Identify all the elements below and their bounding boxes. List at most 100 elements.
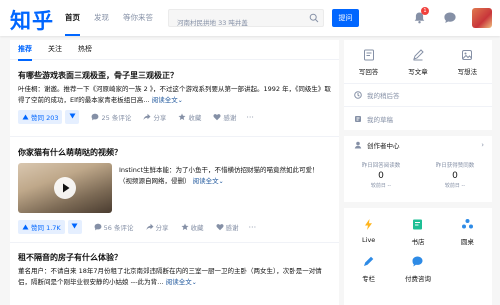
star-icon [178,113,186,121]
message-icon[interactable] [443,11,457,24]
share-label: 分享 [155,224,169,232]
collect-label: 收藏 [190,224,204,232]
triangle-down-icon [69,113,76,119]
share-icon [146,223,154,230]
feature-label: 书店 [411,238,425,246]
lightning-icon [365,219,373,230]
share-icon [143,113,151,120]
upvote-button[interactable]: 赞同 203 [18,110,63,124]
creator-center-panel: 创作者中心 › 昨日回答阅读数 0 较前日 -- 昨日获得赞同数 0 较前日 -… [344,136,492,202]
nav-waiting-answers[interactable]: 等你来答 [116,0,160,36]
list-item: 租不隔音的房子有什么体验？ 董名用户：不请自来 18年7月份租了北京南郊违隔断在… [18,252,334,288]
nav-home[interactable]: 首页 [58,0,87,36]
write-answer-button[interactable]: 写回答 [349,49,389,83]
read-more-link[interactable]: 阅读全文 [152,96,178,104]
upvote-button[interactable]: 赞同 1.7K [18,220,65,234]
share-button[interactable]: 分享 [146,222,169,232]
question-title[interactable]: 有哪些游戏表面三观极歪，骨子里三观极正？ [18,70,334,81]
feed-tabs: 推荐 关注 热榜 [10,40,339,61]
sidebar-item-drafts[interactable]: 我的草稿 [344,107,492,130]
more-options-icon[interactable]: ··· [246,113,254,122]
list-item: 你家猫有什么萌萌哒的视频？ Instinct生鲜本能：为了小鱼干，不惜横仿招财猫… [18,147,334,242]
creator-center-title: 创作者中心 [367,142,400,150]
sidebar-item-label: 我的稍后答 [367,92,400,100]
logo[interactable]: 知乎 [10,5,54,35]
thanks-button[interactable]: 感谢 [213,112,236,122]
collect-button[interactable]: 收藏 [178,112,201,122]
write-article-label: 写文章 [408,68,428,76]
feature-column[interactable]: 专栏 [344,255,393,283]
triangle-up-icon [22,224,29,230]
search-box [168,9,324,31]
collect-button[interactable]: 收藏 [181,222,204,232]
action-bar: 赞同 203 25 条评论 分享 收藏 感谢 ··· [18,109,334,125]
features-panel: Live 书店 圆桌 专栏 付费咨询 [344,208,492,305]
write-article-button[interactable]: 写文章 [398,49,438,83]
question-title[interactable]: 你家猫有什么萌萌哒的视频？ [18,147,334,158]
notification-badge: 1 [421,7,429,15]
read-more-link[interactable]: 阅读全文 [166,278,192,286]
divider [10,242,339,243]
ask-button[interactable]: 提问 [332,9,359,27]
stat-read-count[interactable]: 昨日回答阅读数 0 较前日 -- [349,161,413,189]
feature-paid-consult[interactable]: 付费咨询 [393,255,442,283]
thanks-button[interactable]: 感谢 [215,222,239,232]
star-icon [181,223,189,231]
chevron-down-icon: ⌄ [191,279,197,286]
feature-bookstore[interactable]: 书店 [393,218,442,246]
downvote-button[interactable] [65,110,80,124]
stat-value: 0 [452,171,458,181]
feed-card: 推荐 关注 热榜 有哪些游戏表面三观极歪，骨子里三观极正？ 叶佳桐：谢邀。推荐一… [10,40,339,305]
avatar[interactable] [472,8,492,28]
write-panel: 写回答 写文章 写想法 我的稍后答 我的草稿 [344,40,492,130]
play-button[interactable] [54,177,76,199]
sidebar-item-answer-later[interactable]: 我的稍后答 [344,84,492,107]
list-item: 有哪些游戏表面三观极歪，骨子里三观极正？ 叶佳桐：谢邀。推荐一下《河原崎家的一族… [18,70,334,125]
tab-recommend[interactable]: 推荐 [18,40,32,61]
chevron-down-icon: ⌄ [218,178,224,185]
feature-label: 专栏 [362,275,376,283]
stat-label: 昨日回答阅读数 [361,163,401,169]
stat-label: 昨日获得赞同数 [435,163,475,169]
roundtable-icon [461,219,473,229]
search-icon[interactable] [309,13,319,23]
stat-change: 较前日 -- [370,183,392,189]
upvote-label: 赞同 203 [31,114,59,122]
heart-icon [213,114,221,121]
stat-value: 0 [378,171,384,181]
comment-button[interactable]: 56 条评论 [94,222,134,232]
idea-icon [462,50,473,60]
tab-follow[interactable]: 关注 [48,40,62,59]
comment-button[interactable]: 25 条评论 [91,112,131,122]
write-answer-label: 写回答 [358,68,379,76]
features-grid: Live 书店 圆桌 专栏 付费咨询 [344,208,492,283]
stat-vote-count[interactable]: 昨日获得赞同数 0 较前日 -- [423,161,487,189]
tab-hot[interactable]: 热榜 [78,40,92,59]
question-title[interactable]: 租不隔音的房子有什么体验？ [18,252,334,263]
sidebar-item-label: 我的草稿 [367,115,393,124]
more-options-icon[interactable]: ··· [249,223,257,232]
divider [10,136,339,137]
creator-center-header[interactable]: 创作者中心 › [344,136,492,154]
answer-excerpt[interactable]: 董名用户：不请自来 18年7月份租了北京南郊违隔断在内的三室一厨一卫的主卧（两女… [18,266,334,288]
downvote-button[interactable] [67,220,82,234]
search-input[interactable] [169,15,309,31]
share-button[interactable]: 分享 [143,112,166,122]
consult-icon [412,256,423,267]
answer-excerpt[interactable]: Instinct生鲜本能：为了小鱼干，不惜横仿招财猫的喵竟然如此可爱！（视频源自… [119,165,329,187]
comment-count: 56 条评论 [103,224,134,232]
chevron-right-icon: › [481,141,484,149]
answer-excerpt[interactable]: 叶佳桐：谢邀。推荐一下《河原崎家的一族 2 》，不过这个游戏系列要从第一部讲起。… [18,84,334,106]
write-idea-button[interactable]: 写想法 [447,49,487,83]
book-icon [413,219,423,230]
feature-label: Live [362,236,376,244]
feature-live[interactable]: Live [344,218,393,246]
triangle-down-icon [71,223,78,229]
creator-stats: 昨日回答阅读数 0 较前日 -- 昨日获得赞同数 0 较前日 -- [344,154,492,189]
collect-label: 收藏 [188,114,202,122]
comment-icon [94,223,102,231]
feature-roundtable[interactable]: 圆桌 [443,218,492,246]
read-more-link[interactable]: 阅读全文 [193,177,219,185]
nav-discover[interactable]: 发现 [87,0,116,36]
video-thumbnail[interactable] [18,163,112,213]
